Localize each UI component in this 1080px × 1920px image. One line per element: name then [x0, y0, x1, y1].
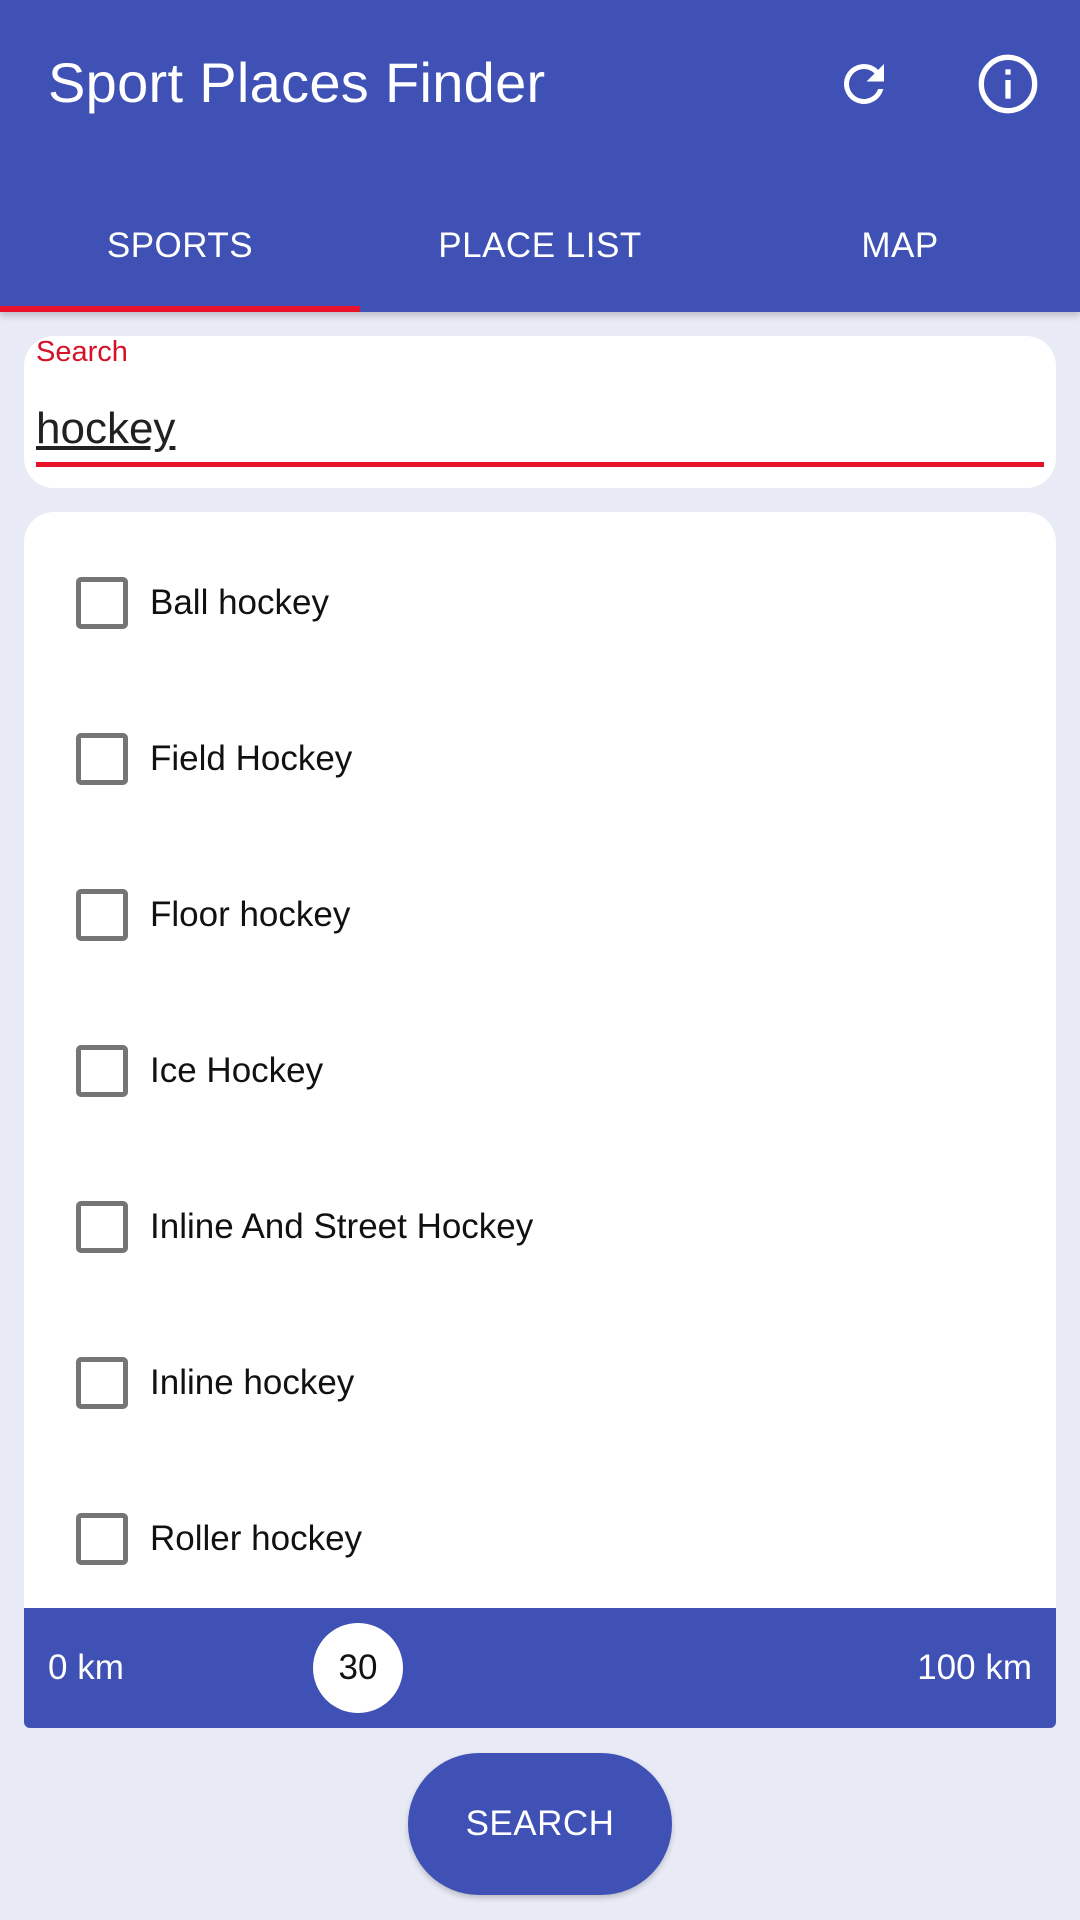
search-button[interactable]: SEARCH — [408, 1753, 672, 1895]
sport-label: Field Hockey — [150, 739, 353, 778]
checkbox[interactable] — [76, 733, 128, 785]
search-card: Search — [24, 336, 1056, 488]
sport-item-ice-hockey[interactable]: Ice Hockey — [24, 1016, 1056, 1126]
checkbox[interactable] — [76, 1513, 128, 1565]
checkbox[interactable] — [76, 889, 128, 941]
info-icon[interactable] — [972, 48, 1044, 120]
sport-item-roller-hockey[interactable]: Roller hockey — [24, 1484, 1056, 1594]
sport-label: Inline And Street Hockey — [150, 1207, 534, 1246]
sport-label: Floor hockey — [150, 895, 351, 934]
sports-list: Ball hockey Field Hockey Floor hockey Ic… — [24, 512, 1056, 1608]
sport-label: Ball hockey — [150, 583, 329, 622]
tab-place-list[interactable]: PLACE LIST — [360, 180, 720, 312]
app-bar: Sport Places Finder SPORTS PLACE LIST MA… — [0, 0, 1080, 312]
sport-label: Inline hockey — [150, 1363, 355, 1402]
distance-min-label: 0 km — [48, 1648, 124, 1687]
checkbox[interactable] — [76, 1045, 128, 1097]
tab-map[interactable]: MAP — [720, 180, 1080, 312]
checkbox[interactable] — [76, 1201, 128, 1253]
checkbox[interactable] — [76, 1357, 128, 1409]
slider-thumb[interactable]: 30 — [313, 1623, 403, 1713]
search-label: Search — [36, 336, 128, 368]
app-title: Sport Places Finder — [48, 51, 546, 114]
checkbox[interactable] — [76, 577, 128, 629]
sport-item-inline-and-street-hockey[interactable]: Inline And Street Hockey — [24, 1172, 1056, 1282]
tab-sports[interactable]: SPORTS — [0, 180, 360, 312]
search-underline — [36, 462, 1044, 467]
distance-slider[interactable]: 0 km 30 100 km — [24, 1608, 1056, 1728]
tab-bar: SPORTS PLACE LIST MAP — [0, 180, 1080, 312]
sport-label: Ice Hockey — [150, 1051, 324, 1090]
sport-item-field-hockey[interactable]: Field Hockey — [24, 704, 1056, 814]
sport-label: Roller hockey — [150, 1519, 363, 1558]
search-input[interactable] — [36, 396, 1044, 462]
sport-item-inline-hockey[interactable]: Inline hockey — [24, 1328, 1056, 1438]
refresh-icon[interactable] — [828, 48, 900, 120]
sport-item-ball-hockey[interactable]: Ball hockey — [24, 548, 1056, 658]
distance-max-label: 100 km — [917, 1648, 1032, 1687]
sport-item-floor-hockey[interactable]: Floor hockey — [24, 860, 1056, 970]
